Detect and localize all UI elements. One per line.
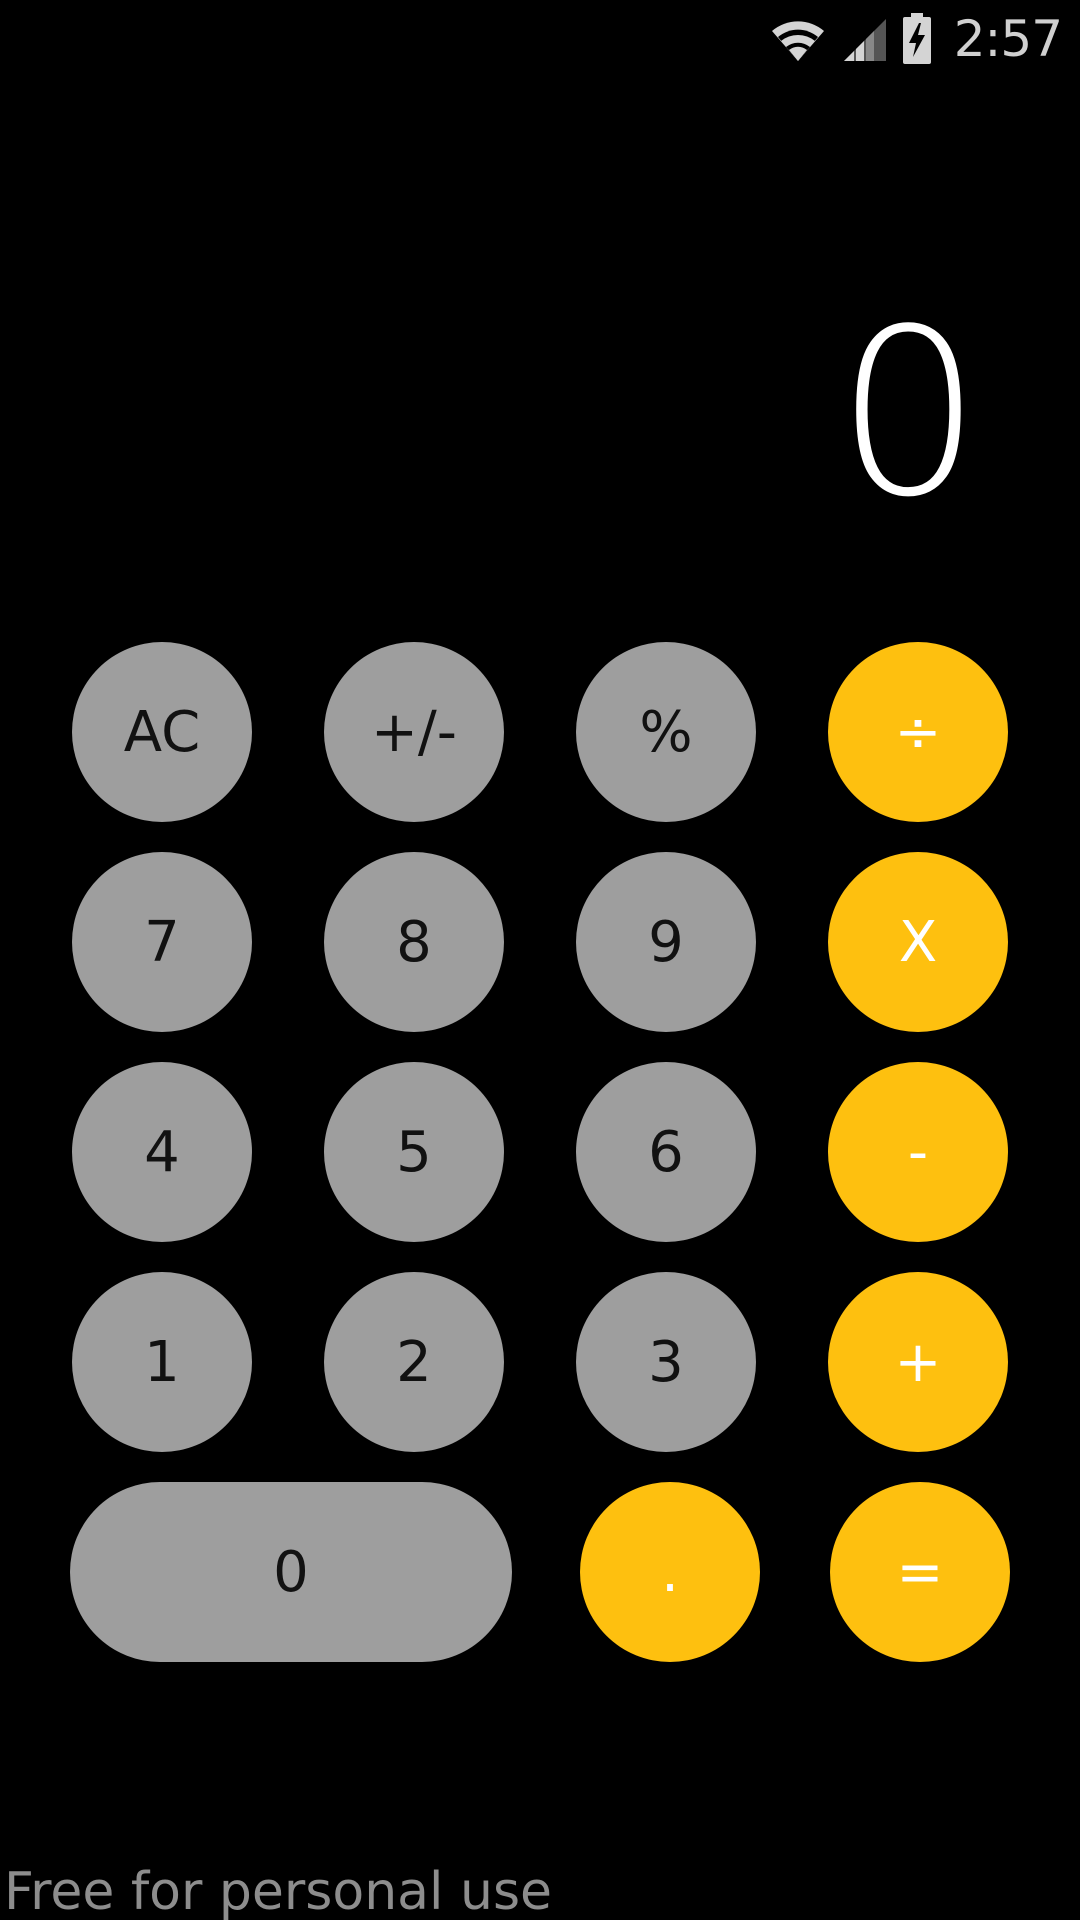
digit-1-button[interactable]: 1 [72,1272,252,1452]
calculator-screen: 2:57 0 AC +/- % ÷ 7 8 9 X 4 5 6 - 1 2 3 … [0,0,1080,1920]
digit-6-button[interactable]: 6 [576,1062,756,1242]
digit-8-button[interactable]: 8 [324,852,504,1032]
watermark-text: Free for personal use [4,1862,553,1920]
toggle-sign-button[interactable]: +/- [324,642,504,822]
result-display: 0 [835,281,982,548]
subtract-button[interactable]: - [828,1062,1008,1242]
cell-signal-icon [842,15,888,63]
battery-charging-icon [902,13,932,65]
divide-button[interactable]: ÷ [828,642,1008,822]
status-bar: 2:57 [768,0,1080,78]
percent-button[interactable]: % [576,642,756,822]
digit-5-button[interactable]: 5 [324,1062,504,1242]
digit-2-button[interactable]: 2 [324,1272,504,1452]
add-button[interactable]: + [828,1272,1008,1452]
multiply-button[interactable]: X [828,852,1008,1032]
digit-3-button[interactable]: 3 [576,1272,756,1452]
all-clear-button[interactable]: AC [72,642,252,822]
equals-button[interactable]: = [830,1482,1010,1662]
digit-0-button[interactable]: 0 [70,1482,512,1662]
wifi-icon [768,15,828,63]
status-clock: 2:57 [953,10,1063,68]
decimal-button[interactable]: . [580,1482,760,1662]
digit-9-button[interactable]: 9 [576,852,756,1032]
digit-4-button[interactable]: 4 [72,1062,252,1242]
digit-7-button[interactable]: 7 [72,852,252,1032]
